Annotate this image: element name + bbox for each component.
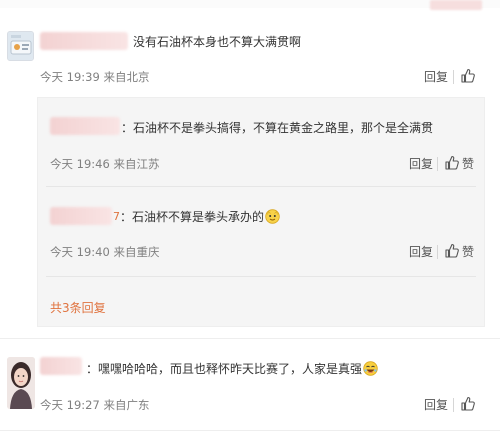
comment-text: 没有石油杯本身也不算大满贯啊 xyxy=(133,35,302,49)
comment-meta: 今天 19:27 来自广东 xyxy=(40,398,150,412)
reply-divider xyxy=(46,186,476,187)
reply-name-tail[interactable]: 7 xyxy=(113,209,120,225)
comment-divider xyxy=(0,338,500,339)
avatar-image xyxy=(8,32,33,60)
reply-text: ：石油杯不算是拳头承办的 xyxy=(120,210,265,224)
avatar-image xyxy=(7,357,35,409)
more-replies-link[interactable]: 共3条回复 xyxy=(50,299,106,316)
reply-button[interactable]: 回复 xyxy=(409,156,433,172)
avatar[interactable] xyxy=(7,31,34,61)
action-separator xyxy=(437,245,438,259)
reply-text: ：石油杯不是拳头搞得，不算在黄金之路里，那个是全满贯 xyxy=(121,121,434,135)
reply-button[interactable]: 回复 xyxy=(409,244,433,260)
comment-text: 嘿嘿哈哈哈，而且也释怀昨天比赛了，人家是真强 xyxy=(98,362,363,376)
cool-emoji-icon xyxy=(265,209,280,224)
avatar[interactable] xyxy=(7,357,35,409)
comment-text-line: ：嘿嘿哈哈哈，而且也释怀昨天比赛了，人家是真强 xyxy=(86,361,378,377)
like-button[interactable]: 赞 xyxy=(462,156,474,172)
comment-text-prefix: ： xyxy=(86,362,99,376)
comment-meta: 今天 19:39 来自北京 xyxy=(40,70,150,84)
action-separator xyxy=(437,157,438,171)
reply-text-line: ：石油杯不算是拳头承办的 xyxy=(120,209,280,225)
like-button[interactable]: 赞 xyxy=(462,244,474,260)
username-blurred[interactable] xyxy=(40,357,82,375)
reply-meta: 今天 19:40 来自重庆 xyxy=(50,245,160,259)
reply-button[interactable]: 回复 xyxy=(424,397,448,413)
reply-divider xyxy=(46,276,476,277)
reply-meta: 今天 19:46 来自江苏 xyxy=(50,157,160,171)
username-blurred[interactable] xyxy=(50,207,112,225)
username-blurred[interactable] xyxy=(50,117,120,135)
action-separator xyxy=(453,70,454,84)
action-separator xyxy=(453,398,454,412)
thumbs-up-icon[interactable] xyxy=(461,68,475,83)
bottom-divider xyxy=(0,430,500,431)
username-blurred[interactable] xyxy=(40,32,128,50)
reply-button[interactable]: 回复 xyxy=(424,69,448,85)
thumbs-up-icon[interactable] xyxy=(461,396,475,411)
comment-1: 没有石油杯本身也不算大满贯啊 今天 19:39 来自北京 回复 xyxy=(0,0,500,95)
thumbs-up-icon[interactable] xyxy=(445,155,459,170)
thumbs-up-icon[interactable] xyxy=(445,243,459,258)
laughing-emoji-icon xyxy=(363,361,378,376)
